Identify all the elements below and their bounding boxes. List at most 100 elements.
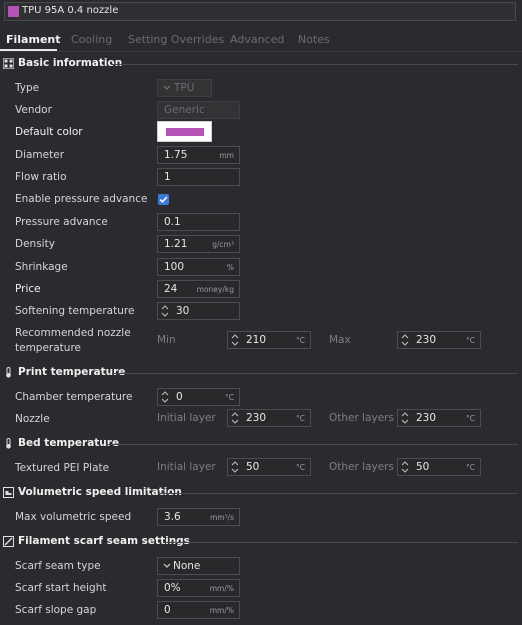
scarf-slope-gap-field[interactable]: 0 mm/% (157, 601, 240, 619)
scarf-start-height-unit: mm/% (209, 584, 234, 593)
spinner-arrows-icon[interactable] (231, 333, 239, 347)
bed-other-layers-value: 50 (416, 461, 430, 473)
chamber-temp-label: Chamber temperature (15, 391, 133, 403)
bed-plate-label: Textured PEI Plate (15, 462, 110, 474)
chamber-temp-field[interactable]: 0 °C (157, 388, 240, 406)
enable-pressure-advance-checkbox[interactable] (158, 194, 169, 205)
preset-name: TPU 95A 0.4 nozzle (22, 5, 119, 16)
nozzle-initial-layer-label: Initial layer (157, 412, 216, 424)
pressure-advance-label: Pressure advance (15, 216, 108, 228)
bed-initial-layer-label: Initial layer (157, 461, 216, 473)
tab-notes[interactable]: Notes (298, 33, 330, 46)
tabs-divider (0, 51, 522, 52)
nozzle-temp-max-unit: °C (466, 336, 475, 345)
spinner-arrows-icon[interactable] (401, 460, 409, 474)
nozzle-temp-min-value: 210 (246, 334, 267, 346)
vendor-field[interactable]: Generic (157, 101, 240, 119)
spinner-arrows-icon[interactable] (231, 411, 239, 425)
flow-ratio-label: Flow ratio (15, 171, 67, 183)
flow-ratio-field[interactable]: 1 (157, 168, 240, 186)
preset-selector[interactable]: TPU 95A 0.4 nozzle (4, 2, 516, 21)
section-title-print-temp: Print temperature (18, 366, 126, 378)
shrinkage-value: 100 (164, 261, 185, 273)
spinner-arrows-icon[interactable] (161, 304, 169, 318)
section-title-scarf: Filament scarf seam settings (18, 535, 190, 547)
section-divider (159, 493, 518, 494)
nozzle-other-layers-value: 230 (416, 412, 437, 424)
section-divider (111, 64, 518, 65)
vendor-value: Generic (164, 104, 205, 116)
flow-ratio-value: 1 (164, 171, 171, 183)
chamber-temp-unit: °C (225, 393, 234, 402)
default-color-label: Default color (15, 126, 83, 138)
default-color-swatch (166, 128, 204, 136)
tab-filament[interactable]: Filament (6, 33, 61, 46)
scarf-seam-type-label: Scarf seam type (15, 560, 101, 572)
scarf-start-height-value: 0% (164, 582, 181, 594)
chevron-down-icon (163, 85, 171, 90)
shrinkage-unit: % (226, 263, 234, 272)
nozzle-temp-min-label: Min (157, 334, 176, 346)
nozzle-temp-min-field[interactable]: 210 °C (227, 331, 311, 349)
tab-advanced[interactable]: Advanced (230, 33, 284, 46)
spinner-arrows-icon[interactable] (401, 411, 409, 425)
section-divider (106, 444, 518, 445)
section-title-bed-temp: Bed temperature (18, 437, 120, 449)
section-divider (112, 373, 518, 374)
pressure-advance-field[interactable]: 0.1 (157, 213, 240, 231)
nozzle-initial-layer-value: 230 (246, 412, 267, 424)
tab-bar: Filament Cooling Setting Overrides Advan… (0, 30, 522, 52)
bed-other-layers-unit: °C (466, 463, 475, 472)
spinner-arrows-icon[interactable] (161, 390, 169, 404)
density-label: Density (15, 238, 55, 250)
spinner-arrows-icon[interactable] (231, 460, 239, 474)
chevron-down-icon (163, 563, 171, 568)
type-select[interactable]: TPU (157, 79, 212, 97)
scarf-start-height-field[interactable]: 0% mm/% (157, 579, 240, 597)
nozzle-temp-max-label: Max (329, 334, 351, 346)
scarf-slope-gap-value: 0 (164, 604, 171, 616)
diameter-label: Diameter (15, 149, 65, 161)
scarf-seam-type-select[interactable]: None (157, 557, 240, 575)
speed-limit-icon (3, 487, 14, 498)
nozzle-temp-label-line1: Recommended nozzle (15, 327, 131, 339)
vendor-label: Vendor (15, 104, 52, 116)
nozzle-temp-label-line2: temperature (15, 342, 81, 354)
shrinkage-field[interactable]: 100 % (157, 258, 240, 276)
price-label: Price (15, 283, 41, 295)
softening-temp-value: 30 (176, 305, 190, 317)
seam-icon (3, 536, 14, 547)
section-title-volumetric: Volumetric speed limitation (18, 486, 182, 498)
nozzle-label: Nozzle (15, 413, 50, 425)
bed-other-layers-label: Other layers (329, 461, 394, 473)
nozzle-other-layers-field[interactable]: 230 °C (397, 409, 481, 427)
diameter-field[interactable]: 1.75 mm (157, 146, 240, 164)
thermometer-icon (6, 438, 11, 449)
tab-setting-overrides[interactable]: Setting Overrides (128, 33, 224, 46)
preset-bar: TPU 95A 0.4 nozzle (0, 0, 522, 24)
bed-initial-layer-unit: °C (296, 463, 305, 472)
scarf-start-height-label: Scarf start height (15, 582, 107, 594)
nozzle-initial-layer-field[interactable]: 230 °C (227, 409, 311, 427)
tab-cooling[interactable]: Cooling (71, 33, 112, 46)
bed-other-layers-field[interactable]: 50 °C (397, 458, 481, 476)
max-volumetric-speed-field[interactable]: 3.6 mm³/s (157, 508, 240, 526)
default-color-button[interactable] (157, 121, 212, 142)
price-field[interactable]: 24 money/kg (157, 280, 240, 298)
pressure-advance-value: 0.1 (164, 216, 181, 228)
section-divider (163, 542, 518, 543)
density-field[interactable]: 1.21 g/cm³ (157, 235, 240, 253)
diameter-value: 1.75 (164, 149, 188, 161)
enable-pressure-advance-label: Enable pressure advance (15, 193, 148, 205)
scarf-slope-gap-label: Scarf slope gap (15, 604, 97, 616)
scarf-seam-type-value: None (173, 560, 201, 572)
price-value: 24 (164, 283, 178, 295)
softening-temp-label: Softening temperature (15, 305, 135, 317)
bed-initial-layer-field[interactable]: 50 °C (227, 458, 311, 476)
softening-temp-field[interactable]: 30 (157, 302, 240, 320)
max-volumetric-speed-unit: mm³/s (209, 513, 234, 522)
max-volumetric-speed-label: Max volumetric speed (15, 511, 132, 523)
nozzle-temp-max-field[interactable]: 230 °C (397, 331, 481, 349)
preset-color-swatch (8, 6, 19, 17)
spinner-arrows-icon[interactable] (401, 333, 409, 347)
